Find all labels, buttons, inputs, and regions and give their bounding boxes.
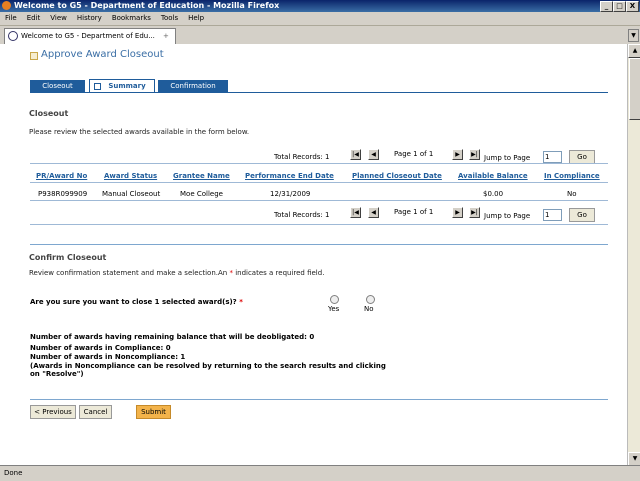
confirm-question: Are you sure you want to close 1 selecte… bbox=[30, 298, 243, 306]
summary-balance: Number of awards having remaining balanc… bbox=[30, 333, 315, 341]
go-button[interactable]: Go bbox=[569, 150, 595, 164]
submit-button[interactable]: Submit bbox=[136, 405, 171, 419]
confirm-note-pre: Review confirmation statement and make a… bbox=[29, 269, 228, 277]
radio-yes-label: Yes bbox=[328, 305, 340, 313]
browser-tab-label: Welcome to G5 - Department of Edu... bbox=[21, 32, 155, 40]
window-title-bar: Welcome to G5 - Department of Education … bbox=[0, 0, 640, 12]
next-page-button[interactable]: ▶ bbox=[452, 149, 463, 160]
minimize-button[interactable]: _ bbox=[600, 1, 613, 12]
col-available-balance[interactable]: Available Balance bbox=[458, 172, 528, 180]
next-page-button-bottom[interactable]: ▶ bbox=[452, 207, 463, 218]
cell-award-no: P938R099909 bbox=[38, 190, 88, 198]
status-bar: Done bbox=[0, 465, 640, 481]
radio-no-label: No bbox=[364, 305, 374, 313]
cell-performance-end-date: 12/31/2009 bbox=[270, 190, 311, 198]
closeout-note: Please review the selected awards availa… bbox=[29, 128, 250, 136]
confirm-question-text: Are you sure you want to close 1 selecte… bbox=[30, 298, 237, 306]
row-rule bbox=[30, 200, 608, 201]
tab-summary-label: Summary bbox=[108, 82, 146, 90]
scroll-thumb[interactable] bbox=[629, 58, 640, 120]
last-page-button[interactable]: ▶| bbox=[469, 149, 480, 160]
cell-award-status: Manual Closeout bbox=[102, 190, 161, 198]
jump-page-input[interactable]: 1 bbox=[543, 151, 562, 163]
scroll-down-button[interactable]: ▼ bbox=[628, 452, 640, 466]
menu-file[interactable]: File bbox=[0, 12, 22, 25]
firefox-icon bbox=[2, 1, 11, 10]
section-rule bbox=[30, 244, 608, 245]
maximize-button[interactable]: □ bbox=[613, 1, 626, 12]
closeout-heading: Closeout bbox=[29, 109, 69, 118]
col-in-compliance[interactable]: In Compliance bbox=[544, 172, 600, 180]
table-top-rule bbox=[30, 163, 608, 164]
summary-noncompliance: Number of awards in Noncompliance: 1 bbox=[30, 353, 186, 361]
first-page-button-bottom[interactable]: |◀ bbox=[350, 207, 361, 218]
previous-button[interactable]: < Previous bbox=[30, 405, 76, 419]
page-content: Approve Award Closeout Closeout Summary … bbox=[0, 44, 627, 465]
required-star-legend: * bbox=[229, 269, 233, 277]
cancel-button[interactable]: Cancel bbox=[79, 405, 112, 419]
browser-tab[interactable]: Welcome to G5 - Department of Edu... + bbox=[4, 28, 176, 44]
confirm-note-post: indicates a required field. bbox=[235, 269, 325, 277]
page-info: Page 1 of 1 bbox=[394, 150, 434, 158]
menu-tools[interactable]: Tools bbox=[156, 12, 183, 25]
total-records-bottom: Total Records: 1 bbox=[274, 211, 330, 219]
last-page-button-bottom[interactable]: ▶| bbox=[469, 207, 480, 218]
total-records: Total Records: 1 bbox=[274, 153, 330, 161]
tab-list-button[interactable]: ▼ bbox=[628, 29, 639, 42]
new-tab-icon[interactable]: + bbox=[163, 29, 169, 44]
summary-note-line1: (Awards in Noncompliance can be resolved… bbox=[30, 362, 386, 370]
tab-confirmation[interactable]: Confirmation bbox=[158, 80, 228, 92]
first-page-button[interactable]: |◀ bbox=[350, 149, 361, 160]
vertical-scrollbar[interactable]: ▲ ▼ bbox=[627, 44, 640, 466]
confirm-note: Review confirmation statement and make a… bbox=[29, 269, 324, 277]
col-performance-end-date[interactable]: Performance End Date bbox=[245, 172, 334, 180]
cell-in-compliance: No bbox=[567, 190, 577, 198]
menu-bar: File Edit View History Bookmarks Tools Help bbox=[0, 12, 640, 26]
close-button[interactable]: X bbox=[626, 1, 639, 12]
tab-closeout[interactable]: Closeout bbox=[30, 80, 85, 92]
jump-page-input-bottom[interactable]: 1 bbox=[543, 209, 562, 221]
table-bottom-rule bbox=[30, 224, 608, 225]
favicon-icon bbox=[8, 31, 18, 41]
summary-compliance: Number of awards in Compliance: 0 bbox=[30, 344, 171, 352]
tab-summary[interactable]: Summary bbox=[89, 79, 155, 93]
jump-label: Jump to Page bbox=[484, 154, 531, 162]
title-bullet-icon bbox=[30, 52, 38, 60]
radio-yes[interactable] bbox=[330, 295, 339, 304]
menu-edit[interactable]: Edit bbox=[22, 12, 46, 25]
window-title: Welcome to G5 - Department of Education … bbox=[14, 1, 280, 10]
prev-page-button-bottom[interactable]: ◀ bbox=[368, 207, 379, 218]
radio-no[interactable] bbox=[366, 295, 375, 304]
footer-rule bbox=[30, 399, 608, 400]
jump-label-bottom: Jump to Page bbox=[484, 212, 531, 220]
menu-bookmarks[interactable]: Bookmarks bbox=[107, 12, 156, 25]
page-title: Approve Award Closeout bbox=[41, 49, 164, 60]
page-info-bottom: Page 1 of 1 bbox=[394, 208, 434, 216]
confirm-heading: Confirm Closeout bbox=[29, 253, 107, 262]
summary-note-line2: on "Resolve") bbox=[30, 370, 84, 378]
col-award-status[interactable]: Award Status bbox=[104, 172, 157, 180]
col-award-no[interactable]: PR/Award No bbox=[36, 172, 87, 180]
menu-view[interactable]: View bbox=[45, 12, 72, 25]
tab-underline bbox=[30, 92, 608, 93]
status-text: Done bbox=[4, 469, 23, 477]
menu-history[interactable]: History bbox=[72, 12, 107, 25]
header-rule bbox=[30, 182, 608, 183]
question-required-star: * bbox=[239, 298, 243, 306]
cell-grantee-name: Moe College bbox=[180, 190, 223, 198]
scroll-up-button[interactable]: ▲ bbox=[628, 44, 640, 58]
prev-page-button[interactable]: ◀ bbox=[368, 149, 379, 160]
menu-help[interactable]: Help bbox=[183, 12, 209, 25]
col-planned-closeout-date[interactable]: Planned Closeout Date bbox=[352, 172, 442, 180]
tab-summary-icon bbox=[94, 83, 101, 90]
go-button-bottom[interactable]: Go bbox=[569, 208, 595, 222]
col-grantee-name[interactable]: Grantee Name bbox=[173, 172, 230, 180]
cell-available-balance: $0.00 bbox=[483, 190, 504, 198]
